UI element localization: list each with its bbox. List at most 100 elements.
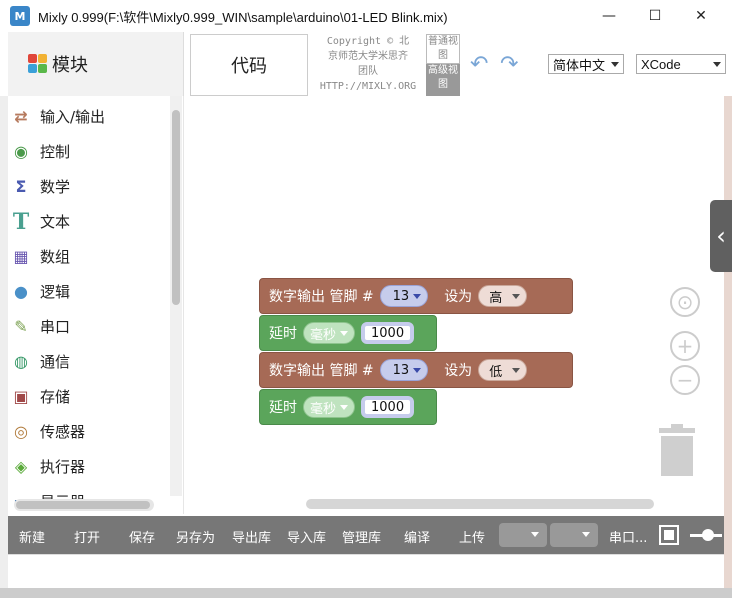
output-panel bbox=[8, 554, 724, 588]
bulb-icon: ● bbox=[14, 282, 28, 301]
undo-icon[interactable]: ↶ bbox=[470, 52, 488, 77]
compile-button[interactable]: 编译 bbox=[404, 527, 430, 546]
theme-value: XCode bbox=[641, 56, 681, 72]
sidebar-item-label: 输入/输出 bbox=[40, 108, 106, 126]
delay-value-input[interactable]: 1000 bbox=[361, 396, 415, 418]
delay-value-input[interactable]: 1000 bbox=[361, 322, 415, 344]
pin-dropdown[interactable]: 13 bbox=[379, 359, 429, 381]
trash-icon[interactable] bbox=[657, 424, 697, 476]
chevron-down-icon bbox=[713, 62, 721, 67]
serial-monitor-button[interactable]: 串口... bbox=[609, 527, 647, 546]
puzzle-icon bbox=[28, 54, 48, 74]
copyright-notice: Copyright © 北 京师范大学米思齐 团队 HTTP://MIXLY.O… bbox=[312, 34, 424, 94]
chevron-down-icon bbox=[512, 293, 521, 299]
zoom-in-icon[interactable]: + bbox=[670, 331, 700, 361]
satellite-icon: ◍ bbox=[14, 352, 28, 371]
chevron-down-icon bbox=[413, 367, 422, 373]
close-button[interactable]: ✕ bbox=[678, 0, 724, 32]
window-right-edge bbox=[724, 96, 732, 598]
app-logo-icon: M bbox=[10, 6, 30, 26]
digital-write-block[interactable]: 数字输出 管脚 # 13 设为 高 bbox=[259, 278, 573, 314]
delay-block[interactable]: 延时 毫秒 1000 bbox=[259, 389, 437, 425]
sidebar-scroll-thumb[interactable] bbox=[172, 110, 180, 305]
sidebar-item-label: 执行器 bbox=[40, 458, 86, 476]
sidebar-item-math[interactable]: Σ 数学 bbox=[8, 169, 173, 204]
sidebar-item-label: 串口 bbox=[40, 318, 71, 336]
sidebar-item-control[interactable]: ◉ 控制 bbox=[8, 134, 173, 169]
sidebar-item-sensor[interactable]: ◎ 传感器 bbox=[8, 414, 173, 449]
block-label: 数字输出 管脚 # bbox=[269, 289, 374, 305]
delay-block[interactable]: 延时 毫秒 1000 bbox=[259, 315, 437, 351]
sidebar-item-logic[interactable]: ● 逻辑 bbox=[8, 274, 173, 309]
chevron-down-icon bbox=[582, 532, 590, 537]
workspace-horizontal-scrollbar[interactable] bbox=[306, 499, 654, 509]
level-value: 低 bbox=[489, 364, 503, 380]
copyright-line: Copyright © 北 bbox=[326, 36, 410, 47]
chevron-down-icon bbox=[531, 532, 539, 537]
sidebar-hscroll-thumb[interactable] bbox=[16, 501, 150, 509]
language-value: 简体中文 bbox=[553, 57, 606, 73]
zoom-slider-handle[interactable] bbox=[702, 529, 714, 541]
sidebar-item-serial[interactable]: ✎ 串口 bbox=[8, 309, 173, 344]
probe-icon: ✎ bbox=[14, 317, 28, 336]
chevron-down-icon bbox=[340, 404, 349, 410]
blocks-grid-icon: ▦ bbox=[13, 247, 29, 266]
redo-icon[interactable]: ↷ bbox=[500, 52, 518, 77]
block-label: 延时 bbox=[269, 326, 297, 342]
sidebar-item-io[interactable]: ⇄ 输入/输出 bbox=[8, 99, 173, 134]
pin-value: 13 bbox=[392, 362, 410, 378]
sidebar-item-array[interactable]: ▦ 数组 bbox=[8, 239, 173, 274]
window-left-edge bbox=[0, 96, 8, 588]
code-tab[interactable]: 代码 bbox=[190, 34, 308, 96]
maximize-button[interactable]: ☐ bbox=[632, 0, 678, 32]
copyright-line: 京师范大学米思齐 bbox=[328, 51, 408, 62]
chevron-down-icon bbox=[413, 293, 422, 299]
digital-write-block[interactable]: 数字输出 管脚 # 13 设为 低 bbox=[259, 352, 573, 388]
port-select[interactable] bbox=[550, 523, 598, 547]
sidebar-item-comm[interactable]: ◍ 通信 bbox=[8, 344, 173, 379]
sidebar-item-label: 通信 bbox=[40, 353, 71, 371]
save-as-button[interactable]: 另存为 bbox=[176, 527, 215, 546]
sidebar-item-label: 文本 bbox=[40, 213, 71, 231]
unit-value: 毫秒 bbox=[310, 327, 337, 343]
actuator-icon: ◈ bbox=[14, 457, 28, 476]
manage-lib-button[interactable]: 管理库 bbox=[342, 527, 381, 546]
text-t-icon: T bbox=[12, 208, 30, 235]
new-button[interactable]: 新建 bbox=[19, 527, 45, 546]
chip-icon[interactable] bbox=[659, 525, 679, 545]
pin-dropdown[interactable]: 13 bbox=[379, 285, 429, 307]
minimize-button[interactable]: — bbox=[586, 0, 632, 32]
upload-button[interactable]: 上传 bbox=[459, 527, 485, 546]
flyout-toggle-icon[interactable]: ‹ bbox=[710, 200, 732, 272]
app-window: M Mixly 0.999(F:\软件\Mixly0.999_WIN\sampl… bbox=[0, 0, 732, 598]
advanced-view-button[interactable]: 高级视图 bbox=[426, 64, 460, 96]
board-select[interactable] bbox=[499, 523, 547, 547]
window-bottom-edge bbox=[0, 588, 732, 598]
floppy-icon: ▣ bbox=[13, 387, 29, 406]
normal-view-button[interactable]: 普通视图 bbox=[426, 34, 460, 64]
open-button[interactable]: 打开 bbox=[74, 527, 100, 546]
theme-select[interactable]: XCode bbox=[636, 54, 726, 74]
zoom-out-icon[interactable]: − bbox=[670, 365, 700, 395]
unit-dropdown[interactable]: 毫秒 bbox=[303, 396, 356, 418]
sidebar-item-label: 控制 bbox=[40, 143, 71, 161]
sidebar-item-text[interactable]: T 文本 bbox=[8, 204, 173, 239]
save-button[interactable]: 保存 bbox=[129, 527, 155, 546]
sidebar-item-storage[interactable]: ▣ 存储 bbox=[8, 379, 173, 414]
block-label: 延时 bbox=[269, 400, 297, 416]
recenter-icon[interactable]: ⊙ bbox=[670, 287, 700, 317]
import-lib-button[interactable]: 导入库 bbox=[287, 527, 326, 546]
level-dropdown[interactable]: 高 bbox=[478, 285, 528, 307]
export-lib-button[interactable]: 导出库 bbox=[232, 527, 271, 546]
unit-dropdown[interactable]: 毫秒 bbox=[303, 322, 356, 344]
sidebar-item-label: 数组 bbox=[40, 248, 71, 266]
copyright-line: 团队 bbox=[358, 66, 378, 77]
block-label: 设为 bbox=[444, 363, 473, 379]
category-sidebar: ⇄ 输入/输出 ◉ 控制 Σ 数学 T 文本 ▦ 数组 ● 逻辑 ✎ 串口 ◍ bbox=[8, 96, 184, 514]
io-arrows-icon: ⇄ bbox=[14, 107, 28, 126]
sidebar-item-label: 数学 bbox=[40, 178, 71, 196]
level-dropdown[interactable]: 低 bbox=[478, 359, 528, 381]
language-select[interactable]: 简体中文 bbox=[548, 54, 624, 74]
gamepad-icon: ◉ bbox=[14, 142, 28, 161]
sidebar-item-actuator[interactable]: ◈ 执行器 bbox=[8, 449, 173, 484]
